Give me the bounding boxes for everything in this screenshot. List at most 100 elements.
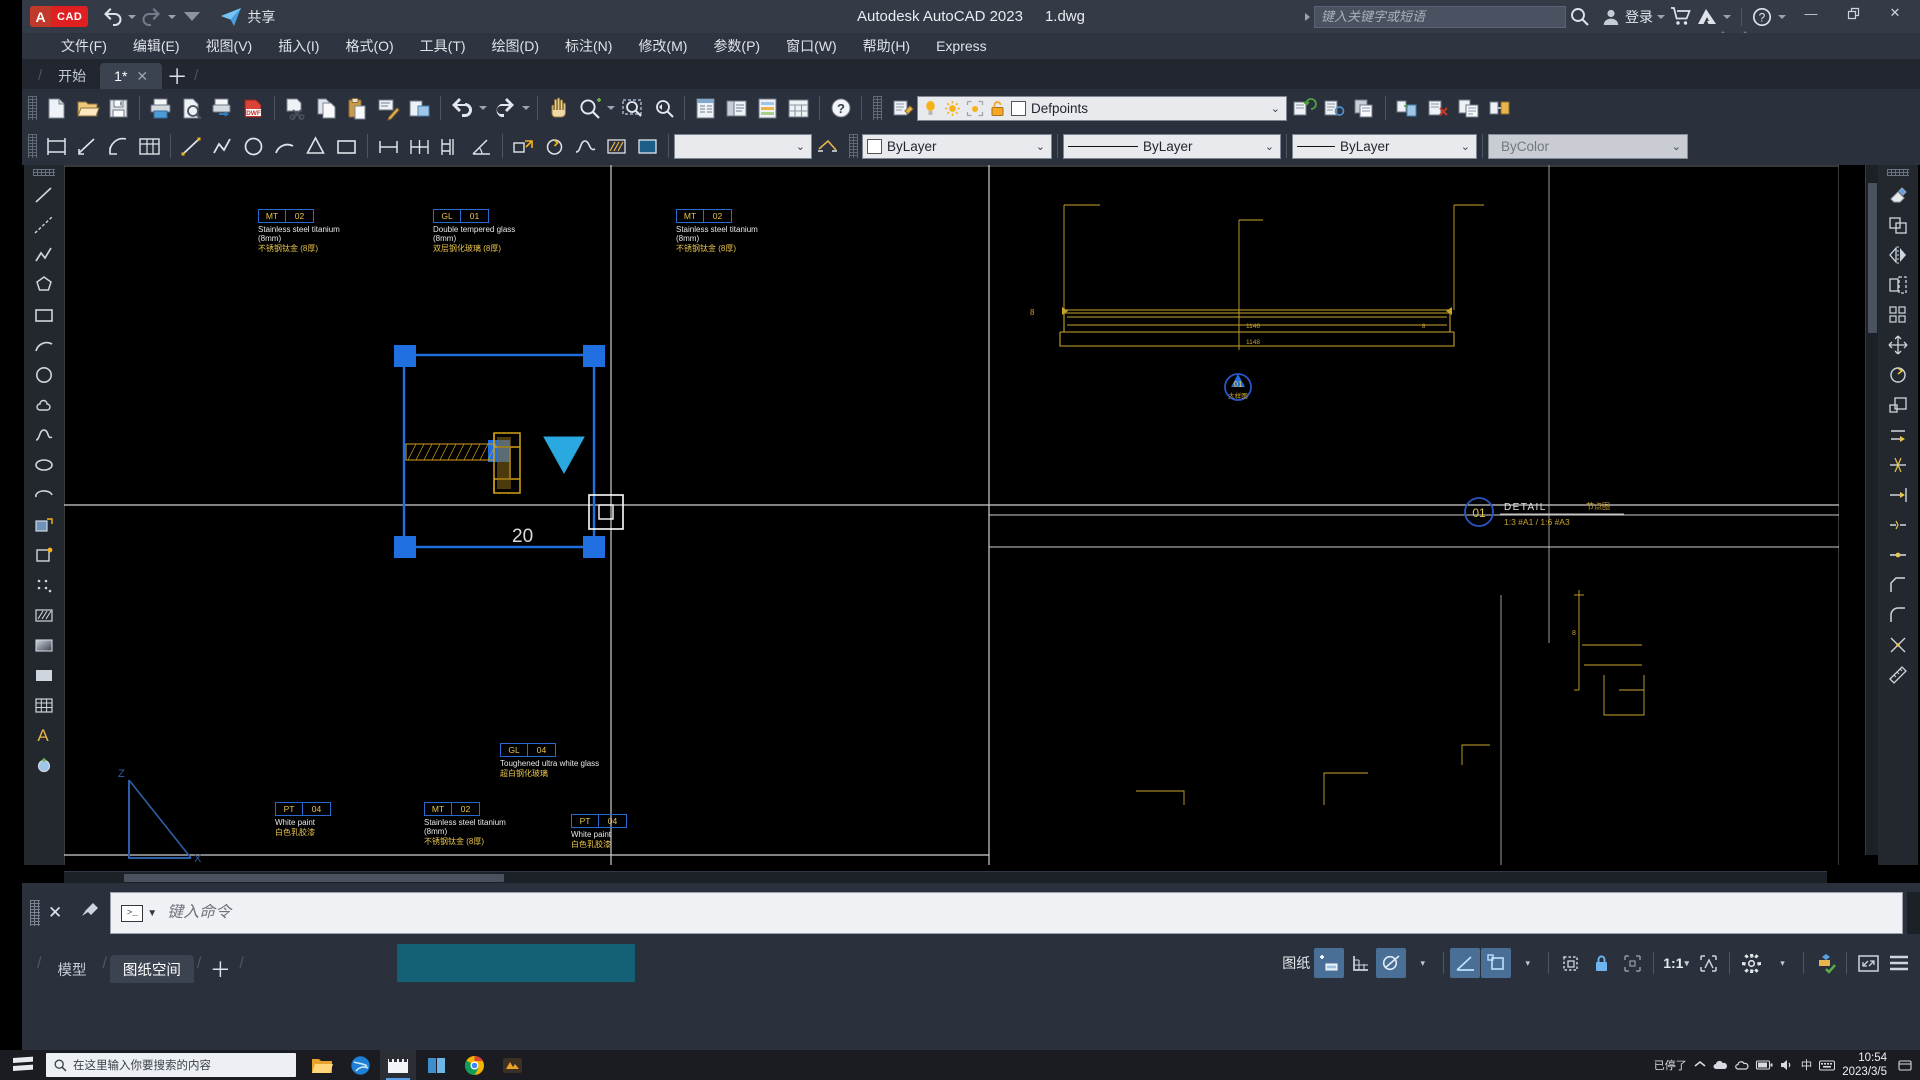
mtext-tool-icon[interactable]: A [29, 720, 59, 749]
arc-tool-icon[interactable] [29, 330, 59, 359]
viewport[interactable]: 20 Z X 8 1146 1148 8 01 大样图 01 DETAIL 节点… [64, 165, 1839, 865]
zoom-previous-icon[interactable] [648, 93, 679, 123]
chamfer-tool-icon[interactable] [1883, 570, 1913, 599]
scale-tool-icon[interactable] [1883, 390, 1913, 419]
spline-tool-icon[interactable] [29, 420, 59, 449]
chevron-down-icon[interactable]: ⌄ [1271, 102, 1283, 115]
object-snap-dropdown-icon[interactable]: ▾ [1512, 948, 1542, 978]
publish-icon[interactable] [207, 93, 238, 123]
zoom-dropdown-icon[interactable] [605, 97, 617, 119]
cad-drawing[interactable]: 20 Z X 8 1146 1148 8 01 大样图 01 DETAIL 节点… [64, 165, 1839, 865]
zoom-window-icon[interactable] [617, 93, 648, 123]
layer-vp-freeze-icon[interactable] [966, 100, 984, 117]
sheetset-icon[interactable] [783, 93, 814, 123]
styles-toolbar-grip[interactable] [28, 134, 37, 158]
redo-icon[interactable] [140, 5, 164, 29]
polar-tracking-dropdown-icon[interactable]: ▾ [1407, 948, 1437, 978]
ellipse-tool-icon[interactable] [29, 450, 59, 479]
cut-icon[interactable] [280, 93, 311, 123]
taskbar-browser-icon[interactable] [342, 1050, 378, 1080]
command-line-close-icon[interactable]: ✕ [48, 903, 62, 923]
measure-tool-icon[interactable] [1883, 660, 1913, 689]
autocad-logo[interactable]: A CAD [30, 6, 89, 27]
layer-isolate-icon[interactable] [1349, 93, 1380, 123]
cart-icon[interactable] [1669, 5, 1693, 29]
layer-color-swatch[interactable] [1011, 100, 1026, 116]
chevron-down-icon[interactable]: ⌄ [1265, 140, 1277, 153]
tray-keyboard-icon[interactable] [1819, 1060, 1836, 1071]
horizontal-scrollbar[interactable] [64, 871, 1827, 883]
designcenter-icon[interactable] [721, 93, 752, 123]
mirror-tool-icon[interactable] [1883, 240, 1913, 269]
stretch-tool-icon[interactable] [1883, 420, 1913, 449]
vertical-scrollbar[interactable] [1865, 165, 1878, 855]
menu-edit[interactable]: 编辑(E) [120, 33, 193, 59]
tray-cloud-icon[interactable] [1713, 1060, 1728, 1071]
plot-preview-icon[interactable] [176, 93, 207, 123]
draw-dock-grip[interactable] [33, 169, 55, 176]
menu-express[interactable]: Express [923, 35, 1000, 57]
chevron-down-icon[interactable]: ⌄ [1461, 140, 1473, 153]
tray-volume-icon[interactable] [1780, 1059, 1794, 1071]
redo-toolbar-icon[interactable] [489, 93, 520, 123]
menu-draw[interactable]: 绘图(D) [479, 33, 552, 59]
gradient-tool-icon[interactable] [29, 630, 59, 659]
toolpalette-icon[interactable] [752, 93, 783, 123]
plot-icon[interactable] [145, 93, 176, 123]
chevron-down-icon[interactable]: ⌄ [1036, 140, 1048, 153]
match-properties-icon[interactable] [373, 93, 404, 123]
offset-tool-icon[interactable] [1883, 270, 1913, 299]
layer-thaw-icon[interactable] [944, 100, 961, 117]
layer-walk-icon[interactable] [1318, 93, 1349, 123]
selection-cycling-icon[interactable] [1555, 948, 1585, 978]
pan-icon[interactable] [543, 93, 574, 123]
paste-icon[interactable] [342, 93, 373, 123]
polygon-icon[interactable] [300, 131, 331, 161]
fillet-tool-icon[interactable] [1883, 600, 1913, 629]
menu-dimension[interactable]: 标注(N) [552, 33, 625, 59]
linetype-combo[interactable]: ByLayer ⌄ [1063, 133, 1281, 159]
rotate-tool-icon[interactable] [1883, 360, 1913, 389]
tray-notifications-icon[interactable] [1898, 1059, 1912, 1072]
layer-on-icon[interactable] [922, 100, 939, 117]
menu-file[interactable]: 文件(F) [48, 33, 120, 59]
start-button[interactable] [0, 1050, 46, 1080]
search-input[interactable] [1314, 5, 1566, 28]
block-editor-icon[interactable] [404, 93, 435, 123]
save-icon[interactable] [103, 93, 134, 123]
make-block-tool-icon[interactable] [29, 540, 59, 569]
dim-linear-icon[interactable] [72, 131, 103, 161]
move-icon[interactable] [508, 131, 539, 161]
line-icon[interactable] [176, 131, 207, 161]
dim-baseline-icon[interactable] [435, 131, 466, 161]
autodesk-dropdown-icon[interactable] [1721, 6, 1733, 28]
tray-ime-label[interactable]: 中 [1801, 1057, 1813, 1073]
ortho-mode-icon[interactable] [1450, 948, 1481, 978]
menu-insert[interactable]: 插入(I) [265, 33, 332, 59]
undo-toolbar-dropdown-icon[interactable] [477, 97, 489, 119]
undo-dropdown-icon[interactable] [126, 6, 138, 28]
menu-help[interactable]: 帮助(H) [850, 33, 923, 59]
status-bar-menu-icon[interactable] [1884, 948, 1914, 978]
join-tool-icon[interactable] [1883, 540, 1913, 569]
clean-screen-icon[interactable] [1853, 948, 1883, 978]
taskbar-chrome-icon[interactable] [456, 1050, 492, 1080]
command-input[interactable] [167, 904, 1902, 922]
isolate-objects-icon[interactable] [1617, 948, 1647, 978]
layer-toolbar-grip[interactable] [873, 96, 882, 120]
taskbar-reader-icon[interactable] [418, 1050, 454, 1080]
chevron-down-icon[interactable]: ⌄ [796, 140, 808, 153]
new-layout-button[interactable]: ＋ [204, 955, 236, 983]
layer-translate-icon[interactable] [1484, 93, 1515, 123]
extend-tool-icon[interactable] [1883, 480, 1913, 509]
object-snap-icon[interactable] [1481, 948, 1512, 978]
close-button[interactable]: ✕ [1874, 0, 1916, 26]
customization-gear-icon[interactable] [1736, 948, 1766, 978]
construction-line-tool-icon[interactable] [29, 210, 59, 239]
copy-icon[interactable] [311, 93, 342, 123]
dim-aligned-icon[interactable] [373, 131, 404, 161]
dwf-export-icon[interactable]: DWF [238, 93, 269, 123]
redo-dropdown-icon[interactable] [166, 6, 178, 28]
layer-unlock-icon[interactable] [989, 100, 1006, 117]
erase-tool-icon[interactable] [1883, 180, 1913, 209]
